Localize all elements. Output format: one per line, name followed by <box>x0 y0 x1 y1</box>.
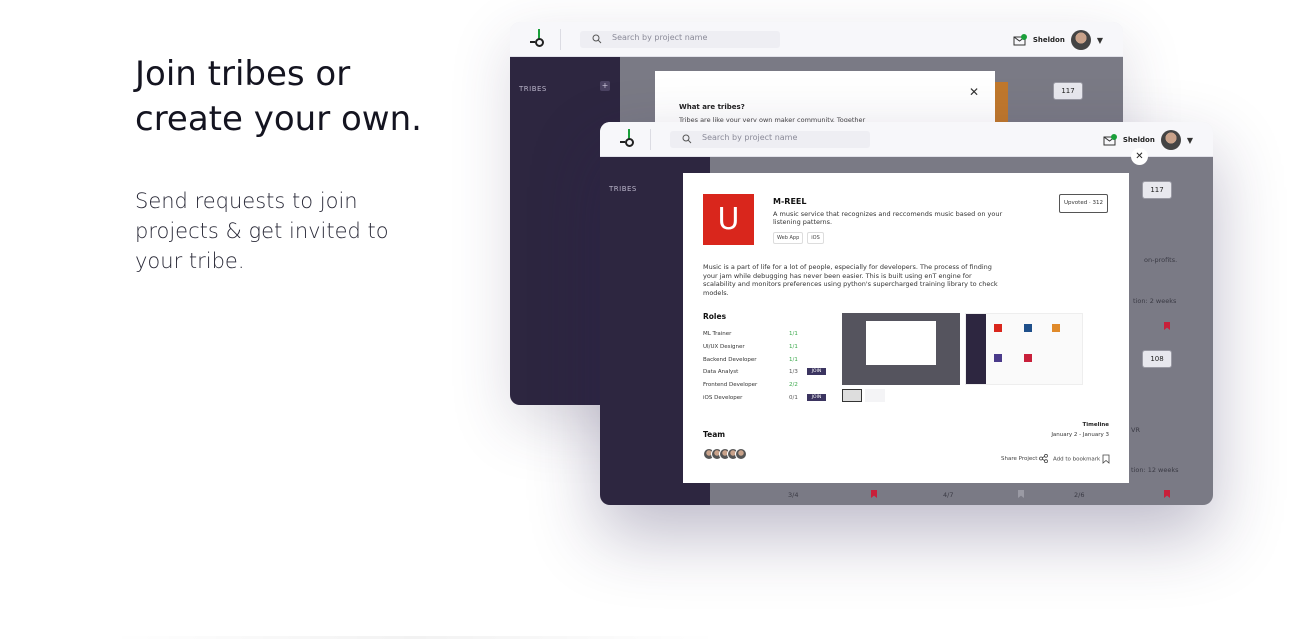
project-logo: U <box>703 194 754 245</box>
timeline-value: January 2 - January 3 <box>1051 432 1109 438</box>
upvote-button[interactable]: 117 <box>1142 181 1172 199</box>
upvote-button[interactable]: 117 <box>1053 82 1083 100</box>
app-logo[interactable] <box>530 29 550 49</box>
card-snippet: VR <box>1131 426 1140 434</box>
card-duration: tion: 12 weeks <box>1131 466 1179 474</box>
avatar <box>1070 30 1091 50</box>
screenshot-thumbnails <box>842 389 885 402</box>
role-name: Frontend Developer <box>703 382 758 389</box>
top-bar: Search by project name Sheldon ▼ <box>600 122 1213 157</box>
bookmark-icon[interactable] <box>1164 490 1170 498</box>
bookmark-icon <box>1102 454 1110 464</box>
role-row: Data Analyst 1/3 JOIN <box>703 368 833 381</box>
project-long-description: Music is a part of life for a lot of peo… <box>703 263 998 297</box>
chevron-down-icon[interactable]: ▼ <box>1187 136 1193 145</box>
join-button[interactable]: JOIN <box>807 393 826 401</box>
user-menu[interactable]: Sheldon ▼ <box>1103 128 1193 152</box>
avatar <box>1160 130 1181 150</box>
search-icon <box>682 134 692 144</box>
search-input[interactable]: Search by project name <box>670 131 870 148</box>
thumbnail[interactable] <box>865 389 885 402</box>
team-count: 4/7 <box>943 491 954 499</box>
upvote-button[interactable]: 108 <box>1142 350 1172 368</box>
search-placeholder: Search by project name <box>612 33 708 42</box>
hero-subtitle: Send requests to join projects & get inv… <box>135 189 389 273</box>
team-count: 3/4 <box>788 491 799 499</box>
chevron-down-icon[interactable]: ▼ <box>1097 36 1103 45</box>
role-count: 1/1 <box>789 331 798 337</box>
divider <box>650 129 651 150</box>
project-screenshot[interactable] <box>842 313 960 385</box>
role-name: Backend Developer <box>703 356 757 363</box>
project-name: M-REEL <box>773 197 807 206</box>
close-button[interactable]: ✕ <box>1131 148 1148 165</box>
bookmark-icon[interactable] <box>1164 322 1170 330</box>
screenshot-tile <box>994 354 1002 362</box>
tribes-modal-title: What are tribes? <box>679 103 745 111</box>
team-title: Team <box>703 430 726 439</box>
role-count: 1/3 <box>789 369 798 376</box>
add-tribe-icon[interactable]: + <box>600 81 610 91</box>
search-placeholder: Search by project name <box>702 133 798 142</box>
screenshot-sidebar-preview <box>966 314 986 384</box>
search-input[interactable]: Search by project name <box>580 31 780 48</box>
share-label: Share Project <box>1001 456 1038 462</box>
top-bar: Search by project name Sheldon ▼ <box>510 22 1123 57</box>
role-name: Data Analyst <box>703 369 739 376</box>
search-icon <box>592 34 602 44</box>
messages-icon[interactable] <box>1103 134 1117 146</box>
roles-list: ML Trainer 1/1 UI/UX Designer 1/1 Backen… <box>703 330 833 407</box>
share-icon <box>1039 453 1049 464</box>
role-row: Frontend Developer 2/2 <box>703 381 833 394</box>
card-snippet: on-profits. <box>1144 256 1178 264</box>
role-row: Backend Developer 1/1 <box>703 356 833 369</box>
bookmark-icon[interactable] <box>871 490 877 498</box>
hero-title: Join tribes or create your own. <box>135 54 422 139</box>
user-name: Sheldon <box>1032 36 1065 44</box>
role-name: ML Trainer <box>703 331 732 337</box>
thumbnail[interactable] <box>842 389 862 402</box>
team-count: 2/6 <box>1074 491 1085 499</box>
role-row: iOS Developer 0/1 JOIN <box>703 393 833 407</box>
upvoted-button[interactable]: Upvoted · 312 <box>1059 194 1108 213</box>
user-menu[interactable]: Sheldon ▼ <box>1013 28 1103 52</box>
project-description: A music service that recognizes and recc… <box>773 210 1003 226</box>
role-row: ML Trainer 1/1 <box>703 330 833 343</box>
tag: iOS <box>807 232 824 244</box>
app-window-front: Search by project name Sheldon ▼ TRIBES … <box>600 122 1213 505</box>
avatar <box>735 448 747 460</box>
sidebar-tribes-label: TRIBES <box>609 185 637 193</box>
screenshot-tile <box>1024 354 1032 362</box>
screenshot-tile <box>1052 324 1060 332</box>
messages-icon[interactable] <box>1013 34 1027 46</box>
share-project-button[interactable]: Share Project <box>1001 453 1049 464</box>
sidebar-tribes-label: TRIBES <box>519 85 547 93</box>
join-button[interactable]: JOIN <box>807 368 826 376</box>
role-name: iOS Developer <box>703 394 743 401</box>
card-duration: tion: 2 weeks <box>1133 297 1177 305</box>
screenshot-tile <box>1024 324 1032 332</box>
user-name: Sheldon <box>1122 136 1155 144</box>
divider <box>560 29 561 50</box>
role-count: 1/1 <box>789 356 798 363</box>
screenshot-modal-preview <box>866 321 936 365</box>
role-count: 1/1 <box>789 343 798 350</box>
bookmark-icon[interactable] <box>1018 490 1024 498</box>
screenshot-tile <box>994 324 1002 332</box>
project-tags: Web App iOS <box>773 232 824 244</box>
team-avatars <box>703 448 747 460</box>
project-screenshot[interactable] <box>965 313 1083 385</box>
role-row: UI/UX Designer 1/1 <box>703 343 833 356</box>
timeline-label: Timeline <box>1082 422 1109 428</box>
add-bookmark-button[interactable]: Add to bookmark <box>1053 454 1110 464</box>
role-name: UI/UX Designer <box>703 343 745 350</box>
tag: Web App <box>773 232 804 244</box>
roles-title: Roles <box>703 312 727 321</box>
role-count: 2/2 <box>789 382 798 389</box>
app-logo[interactable] <box>620 129 640 149</box>
bookmark-label: Add to bookmark <box>1053 456 1101 463</box>
role-count: 0/1 <box>789 394 798 401</box>
project-detail-modal: U M-REEL A music service that recognizes… <box>683 173 1129 483</box>
close-icon[interactable]: ✕ <box>969 85 979 99</box>
